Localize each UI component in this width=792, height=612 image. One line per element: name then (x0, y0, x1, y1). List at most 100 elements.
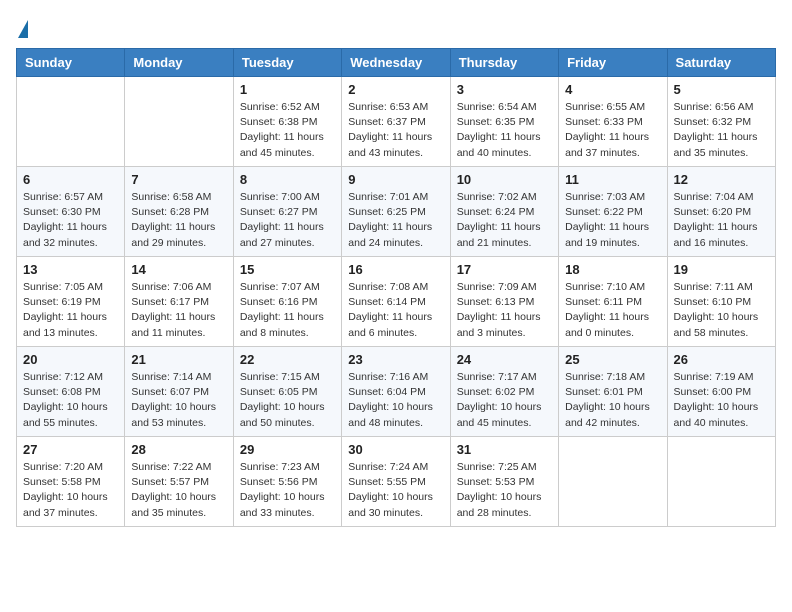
calendar-cell: 23 Sunrise: 7:16 AM Sunset: 6:04 PM Dayli… (342, 347, 450, 437)
day-number: 18 (565, 262, 660, 277)
calendar-cell: 2 Sunrise: 6:53 AM Sunset: 6:37 PM Daylig… (342, 77, 450, 167)
calendar-cell: 16 Sunrise: 7:08 AM Sunset: 6:14 PM Dayli… (342, 257, 450, 347)
day-info: Sunrise: 7:02 AM Sunset: 6:24 PM Dayligh… (457, 190, 552, 251)
calendar-week-row: 13Sunrise: 7:05 AM Sunset: 6:19 PM Dayli… (17, 257, 776, 347)
logo-triangle-icon (18, 20, 28, 38)
calendar-cell (125, 77, 233, 167)
calendar-cell: 12Sunrise: 7:04 AM Sunset: 6:20 PM Dayli… (667, 167, 775, 257)
calendar-cell (559, 437, 667, 527)
day-number: 10 (457, 172, 552, 187)
day-of-week-header: Friday (559, 49, 667, 77)
day-info: Sunrise: 6:57 AM Sunset: 6:30 PM Dayligh… (23, 190, 118, 251)
day-number: 30 (348, 442, 443, 457)
day-number: 25 (565, 352, 660, 367)
calendar-cell: 7 Sunrise: 6:58 AM Sunset: 6:28 PM Daylig… (125, 167, 233, 257)
day-info: Sunrise: 7:10 AM Sunset: 6:11 PM Dayligh… (565, 280, 660, 341)
calendar-cell: 4 Sunrise: 6:55 AM Sunset: 6:33 PM Daylig… (559, 77, 667, 167)
calendar-cell (667, 437, 775, 527)
day-of-week-header: Sunday (17, 49, 125, 77)
day-number: 29 (240, 442, 335, 457)
calendar-header-row: SundayMondayTuesdayWednesdayThursdayFrid… (17, 49, 776, 77)
day-info: Sunrise: 6:56 AM Sunset: 6:32 PM Dayligh… (674, 100, 769, 161)
calendar-cell: 29 Sunrise: 7:23 AM Sunset: 5:56 PM Dayli… (233, 437, 341, 527)
calendar-cell: 17 Sunrise: 7:09 AM Sunset: 6:13 PM Dayli… (450, 257, 558, 347)
day-info: Sunrise: 6:55 AM Sunset: 6:33 PM Dayligh… (565, 100, 660, 161)
day-number: 22 (240, 352, 335, 367)
day-info: Sunrise: 6:54 AM Sunset: 6:35 PM Dayligh… (457, 100, 552, 161)
day-number: 28 (131, 442, 226, 457)
calendar-week-row: 1 Sunrise: 6:52 AM Sunset: 6:38 PM Daylig… (17, 77, 776, 167)
day-number: 27 (23, 442, 118, 457)
calendar-cell: 14 Sunrise: 7:06 AM Sunset: 6:17 PM Dayli… (125, 257, 233, 347)
day-number: 20 (23, 352, 118, 367)
calendar-cell: 19Sunrise: 7:11 AM Sunset: 6:10 PM Dayli… (667, 257, 775, 347)
calendar-cell: 24 Sunrise: 7:17 AM Sunset: 6:02 PM Dayli… (450, 347, 558, 437)
day-info: Sunrise: 7:09 AM Sunset: 6:13 PM Dayligh… (457, 280, 552, 341)
day-info: Sunrise: 7:15 AM Sunset: 6:05 PM Dayligh… (240, 370, 335, 431)
calendar-cell: 8Sunrise: 7:00 AM Sunset: 6:27 PM Daylig… (233, 167, 341, 257)
calendar-week-row: 20 Sunrise: 7:12 AM Sunset: 6:08 PM Dayli… (17, 347, 776, 437)
day-number: 31 (457, 442, 552, 457)
day-info: Sunrise: 6:58 AM Sunset: 6:28 PM Dayligh… (131, 190, 226, 251)
day-info: Sunrise: 7:07 AM Sunset: 6:16 PM Dayligh… (240, 280, 335, 341)
day-info: Sunrise: 7:24 AM Sunset: 5:55 PM Dayligh… (348, 460, 443, 521)
calendar-cell: 3 Sunrise: 6:54 AM Sunset: 6:35 PM Daylig… (450, 77, 558, 167)
day-number: 4 (565, 82, 660, 97)
day-number: 17 (457, 262, 552, 277)
calendar-cell: 31 Sunrise: 7:25 AM Sunset: 5:53 PM Dayli… (450, 437, 558, 527)
calendar-cell: 6Sunrise: 6:57 AM Sunset: 6:30 PM Daylig… (17, 167, 125, 257)
day-info: Sunrise: 7:19 AM Sunset: 6:00 PM Dayligh… (674, 370, 769, 431)
day-info: Sunrise: 7:17 AM Sunset: 6:02 PM Dayligh… (457, 370, 552, 431)
day-info: Sunrise: 7:14 AM Sunset: 6:07 PM Dayligh… (131, 370, 226, 431)
day-info: Sunrise: 7:08 AM Sunset: 6:14 PM Dayligh… (348, 280, 443, 341)
calendar-week-row: 27 Sunrise: 7:20 AM Sunset: 5:58 PM Dayli… (17, 437, 776, 527)
day-number: 23 (348, 352, 443, 367)
calendar-week-row: 6Sunrise: 6:57 AM Sunset: 6:30 PM Daylig… (17, 167, 776, 257)
day-of-week-header: Monday (125, 49, 233, 77)
day-number: 26 (674, 352, 769, 367)
day-info: Sunrise: 7:11 AM Sunset: 6:10 PM Dayligh… (674, 280, 769, 341)
calendar-cell: 15 Sunrise: 7:07 AM Sunset: 6:16 PM Dayli… (233, 257, 341, 347)
day-info: Sunrise: 7:01 AM Sunset: 6:25 PM Dayligh… (348, 190, 443, 251)
calendar-cell: 11Sunrise: 7:03 AM Sunset: 6:22 PM Dayli… (559, 167, 667, 257)
calendar-cell: 30 Sunrise: 7:24 AM Sunset: 5:55 PM Dayli… (342, 437, 450, 527)
calendar-table: SundayMondayTuesdayWednesdayThursdayFrid… (16, 48, 776, 527)
day-number: 3 (457, 82, 552, 97)
day-info: Sunrise: 7:06 AM Sunset: 6:17 PM Dayligh… (131, 280, 226, 341)
calendar-cell: 20 Sunrise: 7:12 AM Sunset: 6:08 PM Dayli… (17, 347, 125, 437)
day-of-week-header: Thursday (450, 49, 558, 77)
day-number: 1 (240, 82, 335, 97)
day-of-week-header: Wednesday (342, 49, 450, 77)
day-number: 24 (457, 352, 552, 367)
day-info: Sunrise: 7:12 AM Sunset: 6:08 PM Dayligh… (23, 370, 118, 431)
day-number: 15 (240, 262, 335, 277)
day-number: 16 (348, 262, 443, 277)
calendar-cell: 1 Sunrise: 6:52 AM Sunset: 6:38 PM Daylig… (233, 77, 341, 167)
day-info: Sunrise: 7:23 AM Sunset: 5:56 PM Dayligh… (240, 460, 335, 521)
day-info: Sunrise: 6:53 AM Sunset: 6:37 PM Dayligh… (348, 100, 443, 161)
logo (16, 16, 28, 38)
day-number: 2 (348, 82, 443, 97)
calendar-cell: 13Sunrise: 7:05 AM Sunset: 6:19 PM Dayli… (17, 257, 125, 347)
day-number: 9 (348, 172, 443, 187)
day-number: 21 (131, 352, 226, 367)
calendar-cell: 5 Sunrise: 6:56 AM Sunset: 6:32 PM Daylig… (667, 77, 775, 167)
day-info: Sunrise: 6:52 AM Sunset: 6:38 PM Dayligh… (240, 100, 335, 161)
day-info: Sunrise: 7:05 AM Sunset: 6:19 PM Dayligh… (23, 280, 118, 341)
day-info: Sunrise: 7:25 AM Sunset: 5:53 PM Dayligh… (457, 460, 552, 521)
calendar-cell: 10 Sunrise: 7:02 AM Sunset: 6:24 PM Dayli… (450, 167, 558, 257)
day-number: 14 (131, 262, 226, 277)
day-info: Sunrise: 7:16 AM Sunset: 6:04 PM Dayligh… (348, 370, 443, 431)
day-number: 7 (131, 172, 226, 187)
day-info: Sunrise: 7:00 AM Sunset: 6:27 PM Dayligh… (240, 190, 335, 251)
calendar-cell: 28 Sunrise: 7:22 AM Sunset: 5:57 PM Dayli… (125, 437, 233, 527)
logo-general (16, 16, 28, 38)
day-info: Sunrise: 7:20 AM Sunset: 5:58 PM Dayligh… (23, 460, 118, 521)
calendar-cell: 27 Sunrise: 7:20 AM Sunset: 5:58 PM Dayli… (17, 437, 125, 527)
page-header (16, 16, 776, 38)
day-info: Sunrise: 7:22 AM Sunset: 5:57 PM Dayligh… (131, 460, 226, 521)
calendar-cell: 18 Sunrise: 7:10 AM Sunset: 6:11 PM Dayli… (559, 257, 667, 347)
calendar-cell: 21 Sunrise: 7:14 AM Sunset: 6:07 PM Dayli… (125, 347, 233, 437)
day-info: Sunrise: 7:04 AM Sunset: 6:20 PM Dayligh… (674, 190, 769, 251)
day-number: 5 (674, 82, 769, 97)
